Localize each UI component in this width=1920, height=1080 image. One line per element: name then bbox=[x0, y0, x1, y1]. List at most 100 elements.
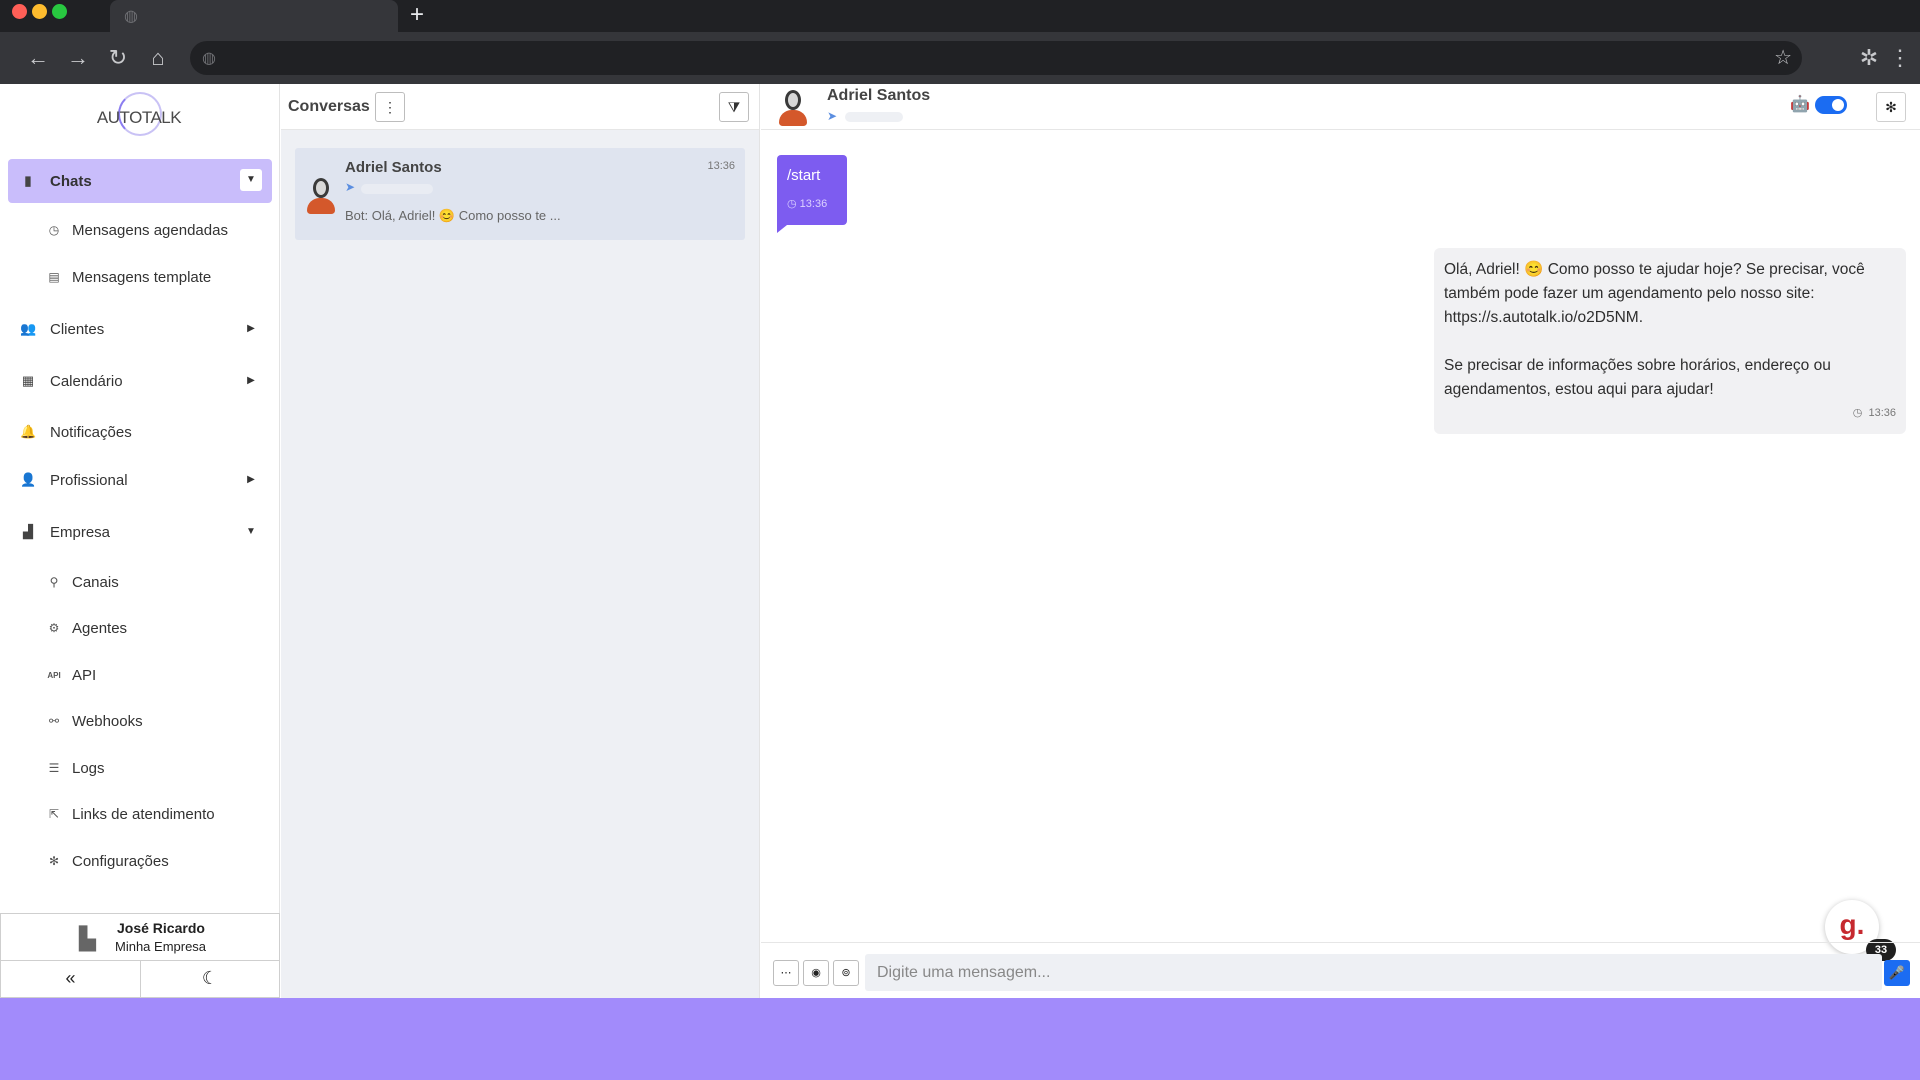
more-options-button[interactable]: ⋯ bbox=[773, 960, 799, 986]
robot-icon: 🤖 bbox=[1790, 96, 1810, 113]
bookmark-star-icon[interactable]: ☆ bbox=[1774, 45, 1792, 70]
address-bar[interactable]: ◍ ☆ bbox=[190, 41, 1802, 75]
forward-button[interactable]: → bbox=[62, 42, 94, 74]
bell-icon: 🔔 bbox=[20, 424, 37, 439]
link-icon: ⚲ bbox=[49, 575, 59, 589]
chevron-right-icon[interactable]: ▶ bbox=[240, 318, 262, 340]
sidebar-item-links-de-atendimento[interactable]: ⇱ Links de atendimento bbox=[36, 796, 272, 832]
sidebar-item-profissional[interactable]: 👤 Profissional ▶ bbox=[8, 458, 272, 502]
sidebar-item-empresa[interactable]: ▟ Empresa ▼ bbox=[8, 510, 272, 554]
chat-settings-button[interactable]: ✻ bbox=[1876, 92, 1906, 122]
message-input[interactable] bbox=[865, 954, 1882, 991]
conversation-item[interactable]: Adriel Santos 13:36 ➤ Bot: Olá, Adriel! … bbox=[295, 148, 745, 240]
message-text: /start bbox=[787, 167, 821, 184]
sidebar-item-label: Chats bbox=[50, 172, 92, 190]
contact-name: Adriel Santos bbox=[827, 87, 931, 104]
home-button[interactable]: ⌂ bbox=[142, 42, 174, 74]
telegram-icon: ➤ bbox=[827, 109, 838, 123]
template-icon: ▤ bbox=[48, 270, 60, 284]
chat-header: Adriel Santos ➤ 🤖 ✻ bbox=[761, 84, 1920, 130]
browser-toolbar: ← → ↻ ⌂ ◍ ☆ ✲ ⋮ bbox=[0, 32, 1920, 84]
sidebar-item-logs[interactable]: ☰ Logs bbox=[36, 750, 272, 786]
message-link[interactable]: https://s.autotalk.io/o2D5NM. bbox=[1444, 306, 1900, 330]
close-window-button[interactable] bbox=[12, 4, 27, 19]
sidebar-item-chats[interactable]: ▮ Chats ▼ bbox=[8, 159, 272, 203]
sidebar-item-mensagens-template[interactable]: ▤ Mensagens template bbox=[36, 259, 272, 295]
chevron-right-icon[interactable]: ▶ bbox=[240, 370, 262, 392]
autotalk-logo[interactable]: AUTOTALK bbox=[96, 92, 182, 142]
message-text: Olá, Adriel! 😊 Como posso te ajudar hoje… bbox=[1444, 258, 1900, 330]
sidebar-item-configuracoes[interactable]: ✻ Configurações bbox=[36, 843, 272, 879]
company-name: Minha Empresa bbox=[115, 939, 207, 954]
sidebar-item-label: Calendário bbox=[50, 372, 123, 390]
collapse-sidebar-button[interactable]: « bbox=[0, 961, 141, 998]
sidebar-item-calendario[interactable]: ▦ Calendário ▶ bbox=[8, 359, 272, 403]
sidebar-item-label: Links de atendimento bbox=[72, 805, 215, 823]
sidebar-item-label: API bbox=[72, 666, 97, 684]
chevron-down-icon[interactable]: ▼ bbox=[240, 169, 262, 191]
attach-button[interactable]: ⊚ bbox=[833, 960, 859, 986]
avatar-body bbox=[779, 110, 807, 126]
conversation-list: Conversas ⋮ ⧩ Adriel Santos 13:36 ➤ Bot:… bbox=[281, 84, 760, 998]
maximize-window-button[interactable] bbox=[52, 4, 67, 19]
sidebar-item-label: Mensagens template bbox=[72, 268, 212, 286]
clock-icon: ◷ bbox=[48, 223, 60, 237]
message-line: agendamentos, estou aqui para ajudar! bbox=[1444, 381, 1714, 398]
user-name: José Ricardo bbox=[117, 920, 205, 936]
chat-panel: Adriel Santos ➤ 🤖 ✻ /start ◷ 13:36 Olá, … bbox=[761, 84, 1920, 998]
avatar-head bbox=[785, 90, 801, 110]
avatar bbox=[305, 176, 335, 216]
browser-tab[interactable]: ◍ bbox=[110, 0, 398, 32]
globe-icon: ◍ bbox=[124, 8, 138, 25]
sidebar-item-agentes[interactable]: ⚙ Agentes bbox=[36, 610, 272, 646]
message-line: também pode fazer um agendamento pelo no… bbox=[1444, 285, 1815, 302]
filter-icon[interactable]: ⧩ bbox=[719, 92, 749, 122]
redacted-phone bbox=[845, 112, 903, 122]
sidebar-item-label: Clientes bbox=[50, 320, 105, 338]
dark-mode-button[interactable]: ☾ bbox=[140, 961, 280, 998]
conversations-title: Conversas bbox=[288, 98, 370, 115]
microphone-button[interactable]: 🎤 bbox=[1884, 960, 1910, 986]
sidebar-item-clientes[interactable]: 👥 Clientes ▶ bbox=[8, 307, 272, 351]
sidebar-item-label: Empresa bbox=[50, 523, 111, 541]
new-tab-button[interactable]: + bbox=[404, 1, 430, 29]
robot-icon: ⚙ bbox=[48, 621, 60, 635]
sidebar-item-api[interactable]: API API bbox=[36, 657, 272, 693]
calendar-icon: ▦ bbox=[21, 373, 35, 388]
extensions-icon[interactable]: ✲ bbox=[1853, 42, 1885, 74]
chevron-right-icon[interactable]: ▶ bbox=[240, 469, 262, 491]
outgoing-message: Olá, Adriel! 😊 Como posso te ajudar hoje… bbox=[1434, 248, 1906, 434]
conversation-name: Adriel Santos bbox=[345, 159, 442, 176]
minimize-window-button[interactable] bbox=[32, 4, 47, 19]
sidebar-item-label: Canais bbox=[72, 573, 119, 591]
message-time-value: 13:36 bbox=[1868, 407, 1896, 419]
sidebar-item-label: Profissional bbox=[50, 471, 128, 489]
sidebar-item-label: Configurações bbox=[72, 852, 169, 870]
message-line: Se precisar de informações sobre horário… bbox=[1444, 357, 1831, 374]
sidebar-item-notificacoes[interactable]: 🔔 Notificações bbox=[8, 410, 272, 454]
browser-tab-bar: ◍ + bbox=[0, 0, 1920, 32]
message-composer: ⋯ ◉ ⊚ 🎤 bbox=[761, 942, 1920, 998]
conversation-preview: Bot: Olá, Adriel! 😊 Como posso te ... bbox=[345, 208, 561, 223]
camera-button[interactable]: ◉ bbox=[803, 960, 829, 986]
site-info-icon[interactable]: ◍ bbox=[202, 48, 216, 68]
message-time: ◷ 13:36 bbox=[787, 198, 828, 210]
contact-avatar[interactable] bbox=[777, 88, 807, 128]
reload-button[interactable]: ↻ bbox=[102, 42, 134, 74]
sidebar-item-canais[interactable]: ⚲ Canais bbox=[36, 564, 272, 600]
sidebar-item-webhooks[interactable]: ⚯ Webhooks bbox=[36, 703, 272, 739]
browser-menu-icon[interactable]: ⋮ bbox=[1884, 42, 1916, 74]
message-time-value: 13:36 bbox=[799, 198, 828, 210]
users-icon: 👥 bbox=[20, 321, 37, 336]
telegram-icon: ➤ bbox=[345, 180, 356, 194]
message-line: Olá, Adriel! 😊 Como posso te ajudar hoje… bbox=[1444, 261, 1865, 278]
incoming-message: /start ◷ 13:36 bbox=[777, 155, 847, 233]
user-profile[interactable]: ▙ José Ricardo Minha Empresa bbox=[0, 913, 280, 961]
sidebar-item-mensagens-agendadas[interactable]: ◷ Mensagens agendadas bbox=[36, 212, 272, 248]
chat-icon: ▮ bbox=[24, 173, 32, 188]
company-building-icon: ▙ bbox=[79, 926, 96, 951]
kebab-menu-icon[interactable]: ⋮ bbox=[375, 92, 405, 122]
back-button[interactable]: ← bbox=[22, 42, 54, 74]
chevron-down-icon[interactable]: ▼ bbox=[240, 521, 262, 543]
bot-toggle[interactable] bbox=[1815, 96, 1847, 114]
